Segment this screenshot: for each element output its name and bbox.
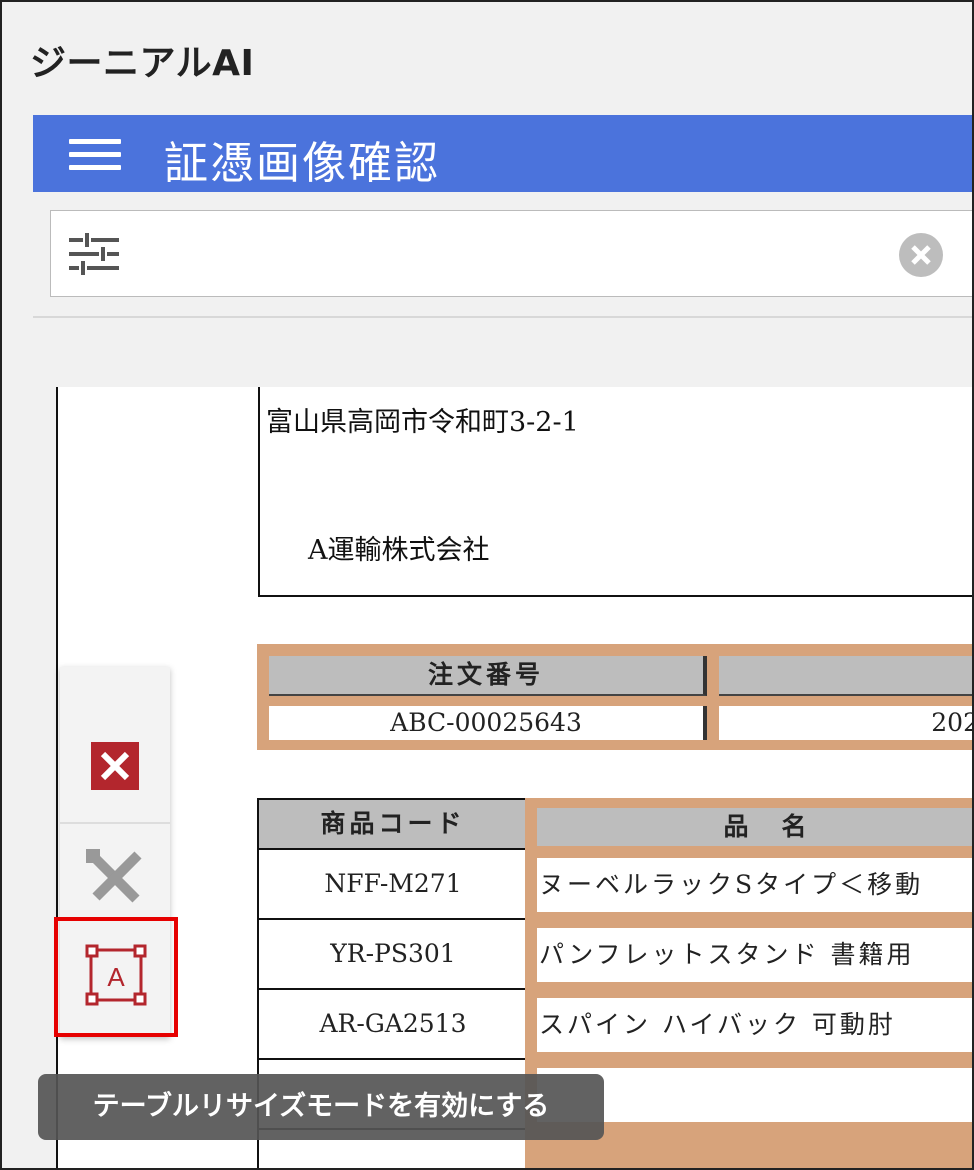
sliders-icon[interactable] [69,233,119,275]
document-border [56,387,58,1168]
order-date-cell: 202 [719,706,972,740]
table-row: AR-GA2513 [259,990,527,1060]
app-title: ジーニアルAI [30,43,255,84]
tooltip: テーブルリサイズモードを有効にする [38,1074,604,1140]
company-name: A運輸株式会社 [308,535,490,566]
order-number-header: 注文番号 [269,656,707,696]
edit-tools-button[interactable] [60,827,170,927]
filter-bar[interactable] [50,210,972,297]
name-header: 品 名 [537,808,972,846]
selection-highlight [54,917,178,1037]
address-text: 富山県高岡市令和町3-2-1 [266,407,579,438]
order-date-header [719,656,972,696]
clear-circle-icon[interactable] [899,233,943,277]
table-row: パンフレットスタンド 書籍用 [537,928,972,982]
delete-button[interactable] [60,717,170,817]
code-header: 商品コード [259,800,527,850]
table-row: YR-PS301 [259,920,527,990]
table-row: NFF-M271 [259,850,527,920]
order-table[interactable]: 注文番号 ABC-00025643 202 [257,644,972,750]
toolbar-divider [60,822,170,824]
table-row: スパイン ハイバック 可動肘 [537,998,972,1052]
order-number-cell: ABC-00025643 [269,706,707,740]
close-x-icon [91,742,139,790]
app-window: ジーニアルAI 証憑画像確認 富山県高岡市令和町3-2-1 A運輸株式会社 注文… [0,0,974,1170]
divider [33,316,972,318]
table-row: ヌーベルラックSタイプ＜移動 [537,858,972,912]
top-bar: 証憑画像確認 [33,115,972,192]
page-title: 証憑画像確認 [164,138,440,189]
menu-icon[interactable] [69,139,121,171]
tools-icon [86,849,142,903]
